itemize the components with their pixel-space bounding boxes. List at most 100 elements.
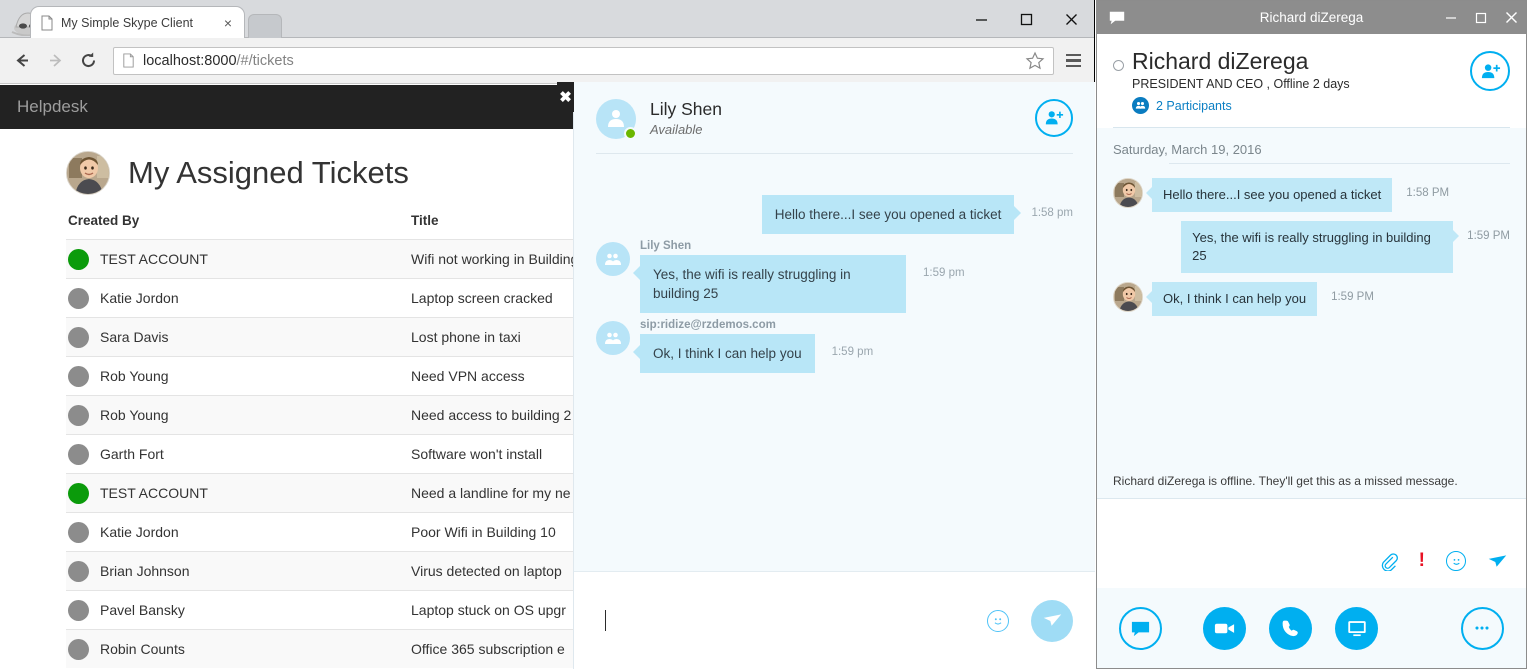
skype-compose-area[interactable]: ! bbox=[1097, 499, 1526, 591]
address-bar[interactable]: localhost:8000/#/tickets bbox=[113, 46, 1054, 75]
chrome-browser-window: My Simple Skype Client × localhost:8000/… bbox=[0, 0, 1095, 669]
table-row[interactable]: Sara Davis Lost phone in taxi bbox=[66, 317, 626, 356]
presence-indicator-offline bbox=[68, 365, 89, 387]
table-header-row: Created By Title bbox=[66, 213, 626, 239]
created-by-name: TEST ACCOUNT bbox=[100, 485, 208, 501]
table-row[interactable]: TEST ACCOUNT Need a landline for my ne bbox=[66, 473, 626, 512]
minimize-window-button[interactable] bbox=[959, 0, 1004, 38]
cell-created-by: Katie Jordon bbox=[66, 287, 411, 309]
tickets-table: Created By Title TEST ACCOUNT Wifi not wo… bbox=[66, 213, 626, 668]
more-ellipsis-icon[interactable] bbox=[1460, 606, 1504, 650]
table-row[interactable]: Garth Fort Software won't install bbox=[66, 434, 626, 473]
chat-contact-name: Lily Shen bbox=[650, 99, 722, 119]
chat-message: Hello there...I see you opened a ticket 1… bbox=[596, 195, 1073, 234]
skype-message: Yes, the wifi is really struggling in bu… bbox=[1113, 221, 1510, 273]
chat-message: Lily Shen Yes, the wifi is really struggl… bbox=[596, 240, 1073, 313]
presence-indicator-offline bbox=[68, 521, 89, 543]
text-cursor bbox=[605, 610, 606, 631]
video-camera-icon[interactable] bbox=[1203, 606, 1247, 650]
presence-indicator-offline bbox=[68, 638, 89, 660]
message-bubble: Ok, I think I can help you bbox=[633, 334, 815, 373]
page-icon bbox=[41, 15, 53, 30]
exclamation-important-icon[interactable]: ! bbox=[1419, 550, 1425, 572]
presence-ring-offline-icon bbox=[1113, 60, 1124, 71]
cell-created-by: Sara Davis bbox=[66, 326, 411, 348]
app-brand-label[interactable]: Helpdesk bbox=[17, 97, 88, 117]
tab-close-icon[interactable]: × bbox=[220, 15, 236, 31]
presence-indicator-online bbox=[68, 248, 89, 270]
offline-notice: Richard diZerega is offline. They'll get… bbox=[1097, 464, 1526, 499]
chat-header: Lily Shen Available bbox=[574, 82, 1095, 154]
table-row[interactable]: Pavel Bansky Laptop stuck on OS upgr bbox=[66, 590, 626, 629]
send-paper-plane-icon[interactable] bbox=[1487, 551, 1508, 572]
url-text: localhost:8000/#/tickets bbox=[143, 53, 294, 69]
skype-desktop-window: Richard diZerega Richard diZerega PRESID… bbox=[1096, 0, 1527, 669]
bookmark-star-icon[interactable] bbox=[1024, 50, 1046, 72]
back-arrow-icon[interactable] bbox=[8, 47, 36, 75]
hamburger-menu-icon[interactable] bbox=[1060, 47, 1086, 75]
tab-title: My Simple Skype Client bbox=[61, 15, 193, 30]
table-row[interactable]: Robin Counts Office 365 subscription e bbox=[66, 629, 626, 668]
chat-bubble-icon[interactable] bbox=[1119, 606, 1162, 650]
skype-close-button[interactable] bbox=[1496, 1, 1526, 34]
date-divider-label: Saturday, March 19, 2016 bbox=[1113, 142, 1262, 157]
maximize-window-button[interactable] bbox=[1004, 0, 1049, 38]
created-by-name: Rob Young bbox=[100, 368, 169, 384]
skype-contact-name: Richard diZerega bbox=[1132, 48, 1309, 74]
message-time: 1:58 pm bbox=[1031, 207, 1073, 219]
table-row[interactable]: Brian Johnson Virus detected on laptop bbox=[66, 551, 626, 590]
cell-created-by: Robin Counts bbox=[66, 638, 411, 660]
message-sender: Lily Shen bbox=[640, 240, 692, 252]
cell-created-by: Katie Jordon bbox=[66, 521, 411, 543]
cell-created-by: Garth Fort bbox=[66, 443, 411, 465]
table-row[interactable]: TEST ACCOUNT Wifi not working in Building bbox=[66, 239, 626, 278]
table-row[interactable]: Katie Jordon Laptop screen cracked bbox=[66, 278, 626, 317]
close-window-button[interactable] bbox=[1049, 0, 1094, 38]
presence-indicator-offline bbox=[68, 443, 89, 465]
presence-indicator-offline bbox=[68, 404, 89, 426]
tab-strip: My Simple Skype Client × bbox=[0, 0, 1094, 38]
presence-dot-online bbox=[624, 127, 637, 140]
message-avatar bbox=[1113, 282, 1143, 312]
message-time: 1:58 PM bbox=[1406, 187, 1450, 199]
presence-indicator-online bbox=[68, 482, 89, 504]
skype-maximize-button[interactable] bbox=[1466, 1, 1496, 34]
presence-indicator-offline bbox=[68, 599, 89, 621]
participants-row[interactable]: 2 Participants bbox=[1132, 97, 1350, 114]
new-tab-button[interactable] bbox=[248, 14, 282, 38]
cell-created-by: TEST ACCOUNT bbox=[66, 248, 411, 270]
send-paper-plane-icon[interactable] bbox=[1031, 599, 1073, 642]
table-row[interactable]: Rob Young Need VPN access bbox=[66, 356, 626, 395]
browser-tab[interactable]: My Simple Skype Client × bbox=[30, 6, 245, 38]
skype-minimize-button[interactable] bbox=[1436, 1, 1466, 34]
message-bubble: Hello there...I see you opened a ticket bbox=[1145, 178, 1393, 212]
message-bubble: Yes, the wifi is really struggling in bu… bbox=[1181, 221, 1460, 273]
table-row[interactable]: Rob Young Need access to building 2 bbox=[66, 395, 626, 434]
paperclip-icon[interactable] bbox=[1379, 552, 1398, 571]
chat-contact-status: Available bbox=[650, 122, 703, 137]
reload-icon[interactable] bbox=[74, 47, 102, 75]
url-path: /#/tickets bbox=[236, 52, 294, 69]
add-person-icon[interactable] bbox=[1470, 51, 1510, 91]
screen: My Simple Skype Client × localhost:8000/… bbox=[0, 0, 1527, 669]
close-chat-overlay-icon[interactable]: ✖ bbox=[557, 82, 574, 112]
message-time: 1:59 PM bbox=[1331, 291, 1374, 303]
add-person-icon[interactable] bbox=[1035, 99, 1073, 137]
cell-created-by: Rob Young bbox=[66, 365, 411, 387]
column-header-created-by[interactable]: Created By bbox=[66, 213, 411, 228]
emoji-smiley-icon[interactable] bbox=[1446, 551, 1466, 571]
cell-created-by: Pavel Bansky bbox=[66, 599, 411, 621]
skype-title-bar: Richard diZerega bbox=[1097, 1, 1526, 34]
participants-label[interactable]: 2 Participants bbox=[1156, 99, 1232, 113]
emoji-smiley-icon[interactable] bbox=[987, 609, 1009, 632]
monitor-screenshare-icon[interactable] bbox=[1335, 606, 1379, 650]
browser-toolbar: localhost:8000/#/tickets bbox=[0, 38, 1094, 84]
cell-created-by: Brian Johnson bbox=[66, 560, 411, 582]
table-row[interactable]: Katie Jordon Poor Wifi in Building 10 bbox=[66, 512, 626, 551]
skype-contact-subtitle: PRESIDENT AND CEO , Offline 2 days bbox=[1132, 77, 1350, 91]
cell-created-by: TEST ACCOUNT bbox=[66, 482, 411, 504]
phone-handset-icon[interactable] bbox=[1269, 606, 1313, 650]
presence-indicator-offline bbox=[68, 287, 89, 309]
browser-window-controls bbox=[959, 0, 1094, 38]
message-time: 1:59 PM bbox=[1467, 230, 1510, 242]
